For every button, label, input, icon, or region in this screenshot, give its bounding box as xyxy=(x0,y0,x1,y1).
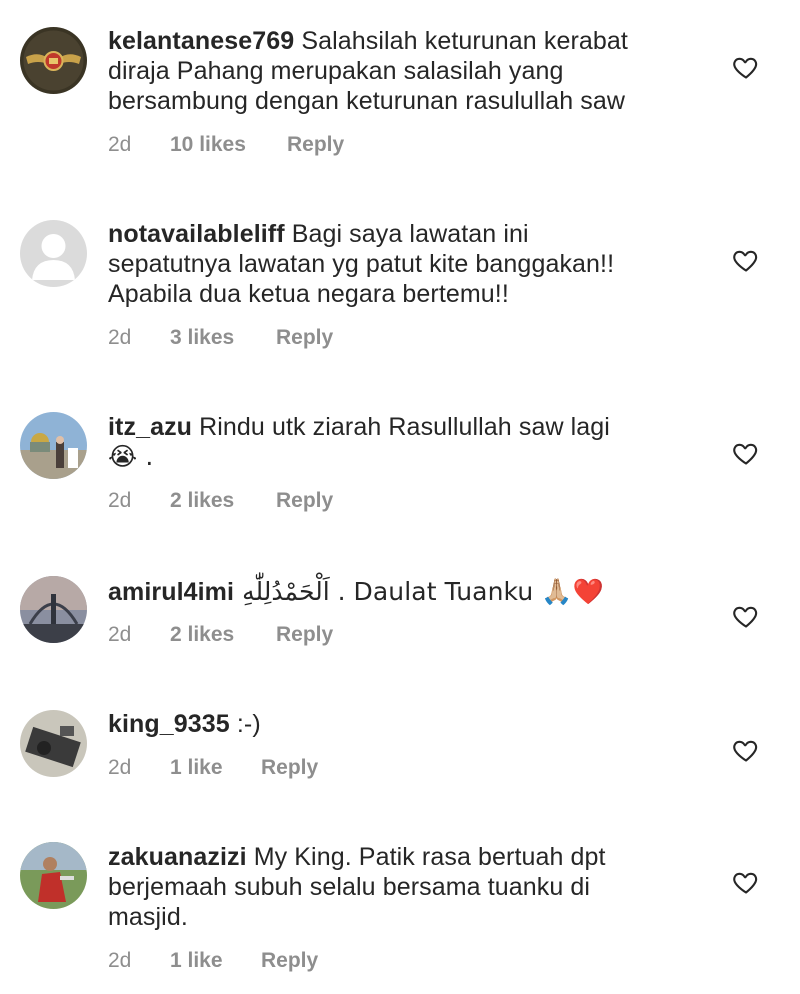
comment-text-line: Salahsilah keturunan kerabat xyxy=(301,27,628,55)
comment-text-line: masjid. xyxy=(108,903,188,931)
comment-text: amirul4imi اَلْحَمْدُلِلّٰهِ . Daulat Tu… xyxy=(108,577,708,607)
user-avatar[interactable] xyxy=(20,412,87,479)
comment-username[interactable]: notavailableliff xyxy=(108,220,285,248)
user-avatar[interactable] xyxy=(20,576,87,643)
user-avatar[interactable] xyxy=(20,27,87,94)
comment-likes[interactable]: 1 like xyxy=(170,753,223,783)
comment-time: 2d xyxy=(108,623,132,646)
comment-text-line: bersambung dengan keturunan rasulullah s… xyxy=(108,87,626,115)
comment-text-line: اَلْحَمْدُلِلّٰهِ . Daulat Tuanku 🙏🏼❤️ xyxy=(242,577,604,606)
comment-text-line: sepatutnya lawatan yg patut kite banggak… xyxy=(108,250,615,278)
comment-text: itz_azu Rindu utk ziarah Rasullullah saw… xyxy=(108,412,708,442)
reply-button[interactable]: Reply xyxy=(276,323,333,353)
comment-text-line: 😭 . xyxy=(108,442,154,471)
photo-avatar-icon xyxy=(20,842,87,909)
comment-time: 2d xyxy=(108,489,132,512)
comment-text-line: My King. Patik rasa bertuah dpt xyxy=(253,843,606,871)
comment-text: kelantanese769 Salahsilah keturunan kera… xyxy=(108,26,708,56)
comment-likes[interactable]: 2 likes xyxy=(170,486,234,516)
comment-text-line: diraja Pahang merupakan salasilah yang xyxy=(108,57,564,85)
photo-avatar-icon xyxy=(20,412,87,479)
comment-text: notavailableliff Bagi saya lawatan ini xyxy=(108,219,708,249)
reply-button[interactable]: Reply xyxy=(287,130,344,160)
comment-likes[interactable]: 2 likes xyxy=(170,620,234,650)
heart-icon[interactable] xyxy=(732,439,760,467)
heart-icon[interactable] xyxy=(732,246,760,274)
heart-icon[interactable] xyxy=(732,736,760,764)
user-avatar[interactable] xyxy=(20,842,87,909)
comment-username[interactable]: king_9335 xyxy=(108,710,230,738)
comment-likes[interactable]: 1 like xyxy=(170,946,223,976)
comment-text-line: Bagi saya lawatan ini xyxy=(291,220,529,248)
comment-text: zakuanazizi My King. Patik rasa bertuah … xyxy=(108,842,708,872)
comment-text-line: Rindu utk ziarah Rasullullah saw lagi xyxy=(199,413,610,441)
comment-username[interactable]: amirul4imi xyxy=(108,578,234,606)
default-user-avatar-icon xyxy=(20,220,87,287)
reply-button[interactable]: Reply xyxy=(261,946,318,976)
reply-button[interactable]: Reply xyxy=(276,620,333,650)
photo-avatar-icon xyxy=(20,576,87,643)
reply-button[interactable]: Reply xyxy=(276,486,333,516)
comment-likes[interactable]: 10 likes xyxy=(170,130,246,160)
comment-likes[interactable]: 3 likes xyxy=(170,323,234,353)
heart-icon[interactable] xyxy=(732,868,760,896)
photo-avatar-icon xyxy=(20,710,87,777)
heart-icon[interactable] xyxy=(732,602,760,630)
comment-text-line: Apabila dua ketua negara bertemu!! xyxy=(108,280,509,308)
comment-text: king_9335 :-) xyxy=(108,709,708,739)
comment-text-line: :-) xyxy=(236,710,261,738)
comment-time: 2d xyxy=(108,949,132,972)
user-avatar[interactable] xyxy=(20,220,87,287)
reply-button[interactable]: Reply xyxy=(261,753,318,783)
heart-icon[interactable] xyxy=(732,53,760,81)
comment-username[interactable]: zakuanazizi xyxy=(108,843,247,871)
comment-text-line: berjemaah subuh selalu bersama tuanku di xyxy=(108,873,591,901)
royal-crest-avatar-icon xyxy=(20,27,87,94)
comment-time: 2d xyxy=(108,326,132,349)
comment-time: 2d xyxy=(108,756,132,779)
comment-username[interactable]: kelantanese769 xyxy=(108,27,294,55)
user-avatar[interactable] xyxy=(20,710,87,777)
comment-username[interactable]: itz_azu xyxy=(108,413,192,441)
comment-time: 2d xyxy=(108,133,132,156)
